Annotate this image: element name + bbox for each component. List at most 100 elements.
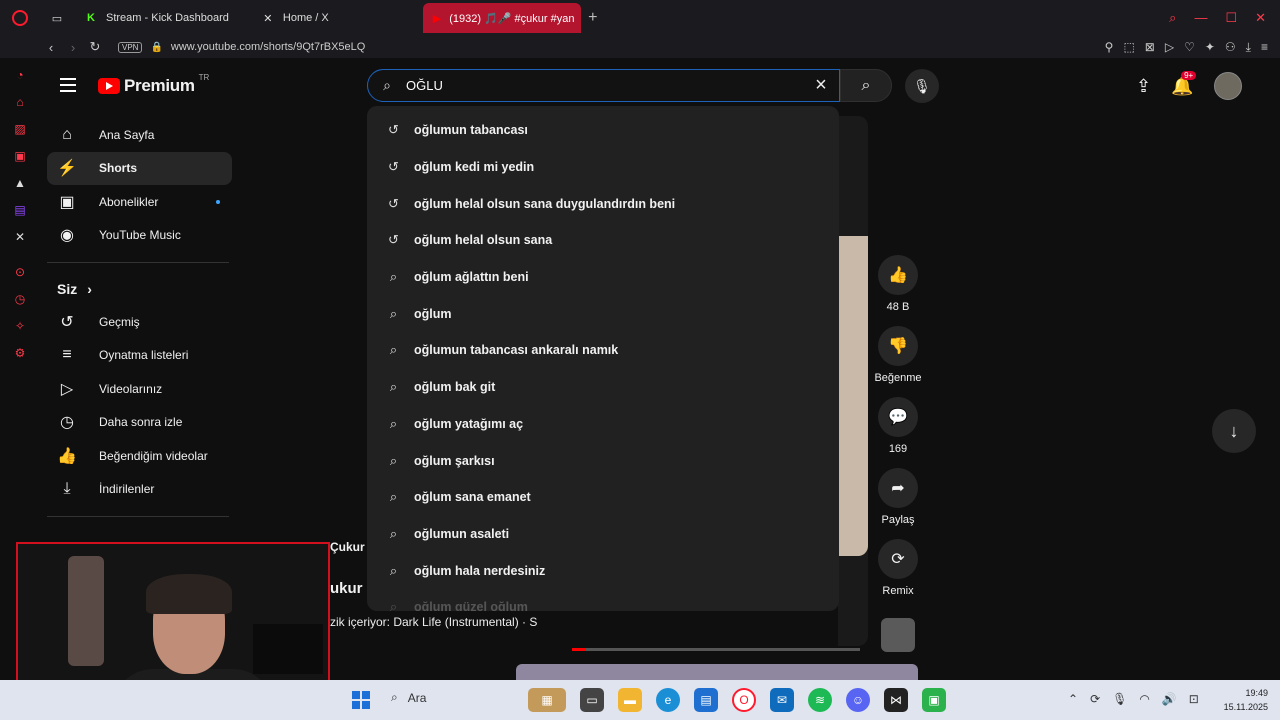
short-title[interactable]: ukur <box>330 580 363 597</box>
suggestion-item[interactable]: ↺ oğlum kedi mi yedin <box>367 149 839 186</box>
vpn-badge[interactable]: VPN <box>118 41 143 53</box>
remix-action[interactable]: ⟳ Remix <box>878 539 918 597</box>
twitch-icon[interactable]: ▤ <box>14 203 25 220</box>
search-tabs-icon[interactable]: ⌕ <box>1169 10 1176 26</box>
search-button[interactable]: ⌕ <box>840 69 892 102</box>
tab-settings-icon-btn[interactable]: ▭ <box>40 3 74 33</box>
widgets-icon[interactable]: ▦ <box>528 688 566 712</box>
volume-icon[interactable]: 🔊 <box>1162 692 1177 706</box>
capcut-icon[interactable]: ⋈ <box>884 688 908 712</box>
suggestion-item[interactable]: ⌕ oğlum bak git <box>367 369 839 406</box>
suggestion-item[interactable]: ↺ oğlumun tabancası <box>367 112 839 149</box>
suggestion-item[interactable]: ⌕ oğlumun asaleti <box>367 516 839 553</box>
suggestion-item[interactable]: ↺ oğlum helal olsun sana duygulandırdın b… <box>367 185 839 222</box>
bag-icon[interactable]: ⌂ <box>16 95 23 112</box>
notifications-icon[interactable]: 🔔 9+ <box>1171 70 1197 97</box>
suggestion-item[interactable]: ⌕ oğlum sana emanet <box>367 479 839 516</box>
taskbar-clock[interactable]: 19:49 15.11.2025 <box>1212 686 1268 714</box>
pay-icon[interactable]: ▨ <box>14 122 25 139</box>
share-action[interactable]: ➦ Paylaş <box>878 468 918 526</box>
discord-icon[interactable]: ☺ <box>846 688 870 712</box>
sidebar-item-watch-later[interactable]: ◷ Daha sonra izle <box>47 406 232 440</box>
suggestion-item[interactable]: ⌕ oğlum hala nerdesiniz <box>367 552 839 589</box>
tab-youtube[interactable]: ▶ (1932) 🎵🎤 #çukur #yan <box>422 3 581 33</box>
back-icon[interactable]: ‹ <box>40 40 62 55</box>
suggestion-item[interactable]: ⌕ oğlum yatağımı aç <box>367 406 839 443</box>
next-short-button[interactable]: ↓ <box>1212 409 1256 453</box>
task-view-icon[interactable]: ▭ <box>580 688 604 712</box>
messenger-icon[interactable]: ▣ <box>14 149 25 166</box>
suggestion-item[interactable]: ⌕ oğlum şarkısı <box>367 442 839 479</box>
channel-thumbnail[interactable] <box>881 618 915 652</box>
url-field[interactable]: www.youtube.com/shorts/9Qt7rBX5eLQ <box>171 41 365 53</box>
settings-icon[interactable]: ⚙ <box>15 346 26 363</box>
short-music[interactable]: zik içeriyor: Dark Life (Instrumental) ·… <box>330 615 555 629</box>
controller-icon[interactable]: ⊡ <box>1189 692 1199 706</box>
search-input[interactable] <box>406 78 786 93</box>
sidebar-item-subscriptions[interactable]: ▣ Abonelikler <box>47 185 232 219</box>
aria-icon[interactable]: ◔ <box>16 68 23 85</box>
profile-icon[interactable]: ⚇ <box>1225 40 1236 55</box>
sidebar-item-downloads[interactable]: ⤓ İndirilenler <box>47 473 232 507</box>
pin-icon[interactable]: ⚲ <box>1105 40 1114 55</box>
minimize-icon[interactable]: — <box>1194 10 1207 26</box>
sidebar-item-home[interactable]: ⌂ Ana Sayfa <box>47 118 232 152</box>
upload-icon[interactable]: ⇪ <box>1136 76 1151 97</box>
x-sidebar-icon[interactable]: ✕ <box>15 230 25 247</box>
suggestion-item[interactable]: ⌕ oğlumun tabancası ankaralı namık <box>367 332 839 369</box>
suggestion-item[interactable]: ⌕ oğlum ağlattın beni <box>367 259 839 296</box>
extensions-icon[interactable]: ✦ <box>1205 40 1215 55</box>
adblock-icon[interactable]: ⊠ <box>1145 40 1155 55</box>
extensions-sidebar-icon[interactable]: ✧ <box>15 319 25 336</box>
menu-icon[interactable]: ≡ <box>1261 40 1268 55</box>
new-tab-button[interactable]: + <box>581 9 605 27</box>
store-icon[interactable]: ▤ <box>694 688 718 712</box>
hamburger-menu-icon[interactable] <box>60 78 76 96</box>
tabs-menu-icon[interactable]: ▭ <box>50 11 64 25</box>
sidebar-item-history[interactable]: ↺ Geçmiş <box>47 305 232 339</box>
taskbar-search[interactable]: ⌕ Ara <box>391 690 426 705</box>
short-progress-bar[interactable] <box>572 648 860 651</box>
voice-search-button[interactable]: 🎙 <box>905 69 939 103</box>
chevron-up-icon[interactable]: ⌃ <box>1068 692 1078 706</box>
close-icon[interactable]: ✕ <box>1255 10 1266 26</box>
short-video-player[interactable] <box>838 116 868 646</box>
maximize-icon[interactable]: ☐ <box>1225 10 1237 26</box>
player-sidebar-icon[interactable]: ⊙ <box>15 265 25 282</box>
wifi-icon[interactable]: ◠ <box>1139 692 1149 706</box>
forward-icon[interactable]: › <box>62 40 84 55</box>
sidebar-item-playlists[interactable]: ≡ Oynatma listeleri <box>47 339 232 373</box>
sidebar-item-liked[interactable]: 👍 Beğendiğim videolar <box>47 439 232 473</box>
player-icon[interactable]: ▷ <box>1165 40 1174 55</box>
windows-start-icon[interactable] <box>352 691 370 709</box>
kick-sidebar-icon[interactable]: ▲ <box>14 176 26 193</box>
avatar[interactable] <box>1213 72 1242 100</box>
file-explorer-icon[interactable]: ▬ <box>618 688 642 712</box>
suggestion-item[interactable]: ⌕ oğlum <box>367 295 839 332</box>
tab-x[interactable]: ✕ Home / X <box>251 3 339 33</box>
comment-action[interactable]: 💬 169 <box>878 397 918 455</box>
lock-icon[interactable]: 🔒 <box>150 42 162 53</box>
dislike-action[interactable]: 👎 Beğenme <box>874 326 922 384</box>
history-sidebar-icon[interactable]: ◷ <box>15 292 25 309</box>
tab-kick[interactable]: K Stream - Kick Dashboard <box>74 3 239 33</box>
outlook-icon[interactable]: ✉ <box>770 688 794 712</box>
sidebar-item-shorts[interactable]: ⚡ Shorts <box>47 151 232 185</box>
microphone-icon[interactable]: 🎙 <box>1112 692 1127 706</box>
suggestion-item[interactable]: ↺ oğlum helal olsun sana <box>367 222 839 259</box>
clear-search-icon[interactable]: × <box>803 74 839 97</box>
spotify-icon[interactable]: ≋ <box>808 688 832 712</box>
youtube-logo[interactable]: Premium TR <box>98 73 209 96</box>
sidebar-item-music[interactable]: ◉ YouTube Music <box>47 219 232 253</box>
reload-icon[interactable]: ↻ <box>84 39 106 55</box>
like-action[interactable]: 👍 48 B <box>878 255 918 313</box>
edge-icon[interactable]: e <box>656 688 680 712</box>
short-channel[interactable]: Çukur <box>330 540 365 554</box>
sidebar-item-your-videos[interactable]: ▷ Videolarınız <box>47 372 232 406</box>
you-section-header[interactable]: Siz › <box>47 273 232 305</box>
sync-icon[interactable]: ⟳ <box>1090 692 1100 706</box>
heart-icon[interactable]: ♡ <box>1184 40 1195 55</box>
snapshot-icon[interactable]: ⬚ <box>1123 40 1134 55</box>
kick-app-icon[interactable]: ▣ <box>922 688 946 712</box>
opera-taskbar-icon[interactable]: O <box>732 688 756 712</box>
